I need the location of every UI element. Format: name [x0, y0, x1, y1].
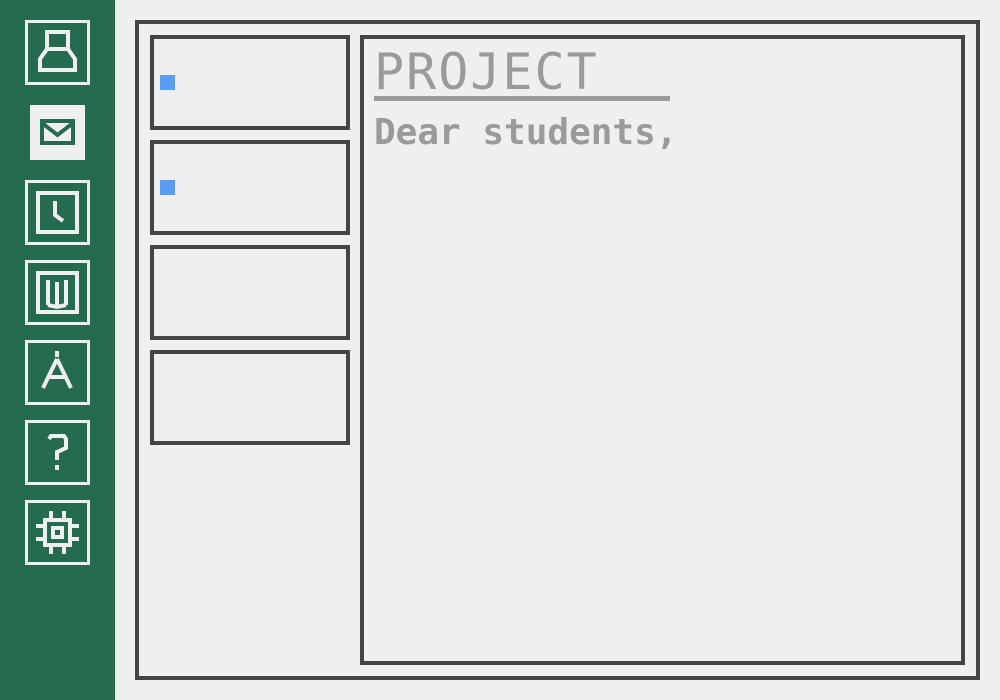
book-icon — [36, 271, 79, 314]
sidebar-item-system[interactable] — [25, 500, 90, 565]
envelope-icon — [40, 119, 75, 145]
title-underline — [374, 96, 670, 101]
sidebar-item-help[interactable] — [25, 420, 90, 485]
compass-icon — [41, 351, 73, 389]
unread-indicator — [160, 180, 175, 195]
sidebar-item-books[interactable] — [25, 260, 90, 325]
sidebar-item-tools[interactable] — [25, 340, 90, 405]
message-reader: PROJECT Dear students, — [360, 35, 965, 665]
sidebar-item-profile[interactable] — [25, 20, 90, 85]
message-body: Dear students, — [374, 112, 678, 153]
clock-icon — [36, 191, 79, 234]
sidebar-item-mail[interactable] — [30, 105, 85, 160]
sidebar — [0, 0, 115, 700]
unread-indicator — [160, 75, 175, 90]
question-icon — [47, 434, 68, 470]
user-icon — [38, 30, 77, 72]
chip-icon — [36, 511, 79, 554]
message-list-item[interactable] — [150, 245, 350, 340]
message-list-item[interactable] — [150, 35, 350, 130]
message-list-item[interactable] — [150, 350, 350, 445]
message-title: PROJECT — [374, 43, 599, 101]
sidebar-item-schedule[interactable] — [25, 180, 90, 245]
message-list-item[interactable] — [150, 140, 350, 235]
